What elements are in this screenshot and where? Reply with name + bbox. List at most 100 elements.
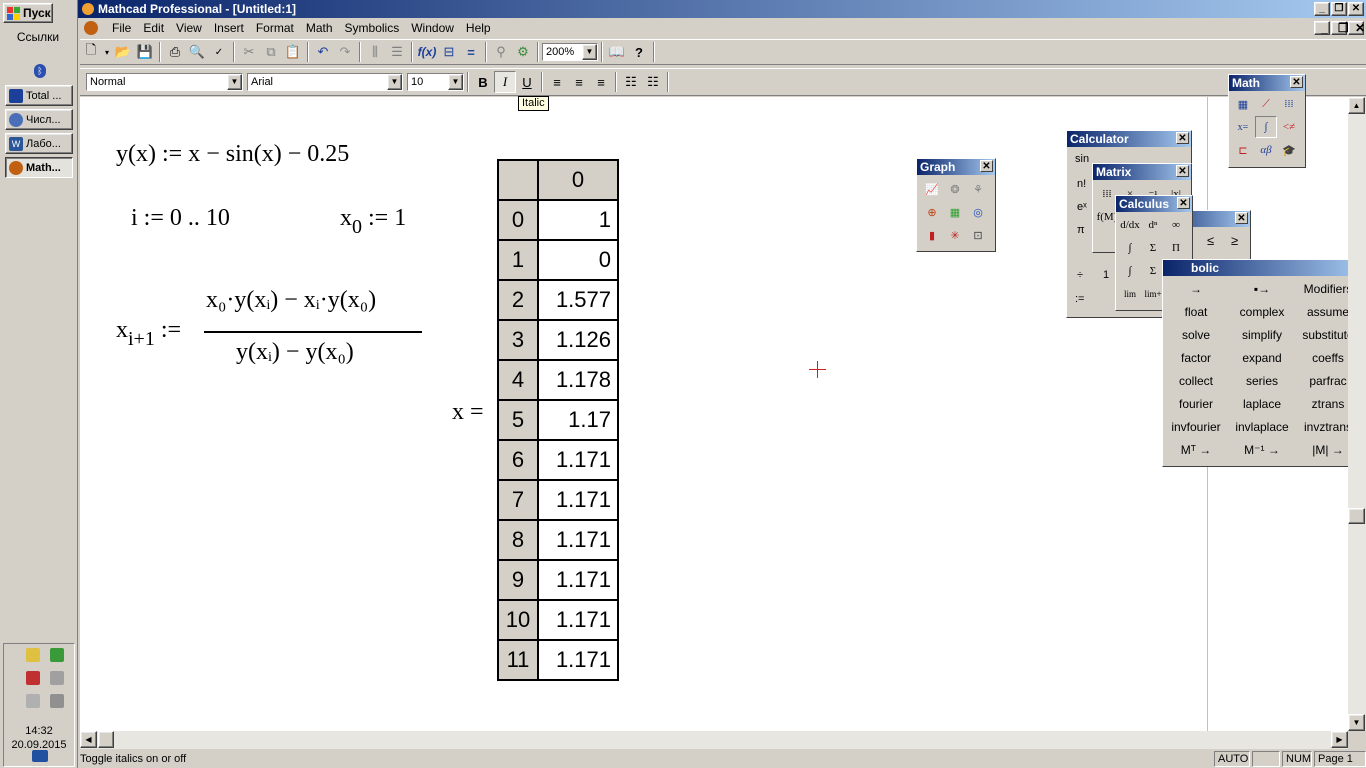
symbolic-keyword[interactable]: → <box>1163 278 1229 301</box>
row-value[interactable]: 0 <box>537 239 619 281</box>
palette-titlebar[interactable]: bolic✕ <box>1163 260 1365 276</box>
iteration-formula[interactable]: xi+1 := x₀·y(xᵢ) − xᵢ·y(x₀) y(xᵢ) − y(x₀… <box>116 283 476 383</box>
doc-close-button[interactable]: ✕ <box>1348 21 1365 35</box>
calc-key-sin[interactable]: sin <box>1075 153 1089 165</box>
doc-restore-button[interactable]: ❐ <box>1331 21 1349 35</box>
3d-bar-icon[interactable]: ⊕ <box>921 201 943 223</box>
calc-key-assign[interactable]: := <box>1075 293 1084 305</box>
start-button[interactable]: Пуск <box>3 3 53 23</box>
chevron-down-icon[interactable]: ▼ <box>227 74 242 90</box>
calculate-icon[interactable]: = <box>460 41 482 63</box>
resource-center-icon[interactable]: 📖 <box>606 41 628 63</box>
row-value[interactable]: 1.171 <box>537 519 619 561</box>
save-icon[interactable]: 💾 <box>134 41 156 63</box>
new-icon[interactable]: 🗋 <box>80 41 102 63</box>
symbolic-toolbar-icon[interactable]: 🎓 <box>1278 139 1300 161</box>
programming-toolbar-icon[interactable]: ⊏ <box>1232 139 1254 161</box>
calculator-toolbar-icon[interactable]: ▦ <box>1232 93 1254 115</box>
menu-edit[interactable]: Edit <box>137 21 170 35</box>
new-dropdown-icon[interactable]: ▾ <box>102 41 112 63</box>
document-icon[interactable] <box>84 21 98 35</box>
symbolic-keyword[interactable]: complex <box>1229 301 1295 324</box>
device-icon[interactable] <box>50 671 64 685</box>
symbolic-keyword[interactable]: float <box>1163 301 1229 324</box>
italic-button[interactable]: I <box>494 71 516 93</box>
chevron-down-icon[interactable]: ▼ <box>448 74 463 90</box>
volume-icon[interactable] <box>50 694 64 708</box>
row-value[interactable]: 1.126 <box>537 319 619 361</box>
bullets-icon[interactable]: ☷ <box>620 71 642 93</box>
calculus-toolbar-icon[interactable]: ∫ <box>1255 116 1277 138</box>
calc-key-exp[interactable]: eˣ <box>1077 201 1087 213</box>
zoom-select[interactable]: 200% ▼ <box>542 43 598 61</box>
align-center-icon[interactable]: ≡ <box>568 71 590 93</box>
scroll-left-button[interactable]: ◀ <box>80 731 97 748</box>
calc-key-1[interactable]: 1 <box>1103 269 1109 281</box>
boolean-toolbar-icon[interactable]: <≠ <box>1278 116 1300 138</box>
xy-plot-icon[interactable]: 📈 <box>921 178 943 200</box>
menu-format[interactable]: Format <box>250 21 300 35</box>
vertical-scroll-thumb[interactable] <box>1348 508 1365 524</box>
range-sum-icon[interactable]: Σ <box>1142 237 1164 259</box>
flag-icon[interactable] <box>26 671 40 685</box>
row-value[interactable]: 1 <box>537 199 619 241</box>
insert-hyperlink-icon[interactable]: ⚲ <box>490 41 512 63</box>
menu-view[interactable]: View <box>170 21 208 35</box>
symbolic-keyword[interactable]: Mᵀ → <box>1163 439 1229 462</box>
close-icon[interactable]: ✕ <box>1235 212 1248 224</box>
symbolic-keyword[interactable]: M⁻¹ → <box>1229 439 1295 462</box>
cut-icon[interactable]: ✂ <box>238 41 260 63</box>
zoom-plot-icon[interactable]: ⊡ <box>967 224 989 246</box>
horizontal-scrollbar[interactable]: ◀ ▶ <box>80 731 1348 749</box>
scroll-right-button[interactable]: ▶ <box>1331 731 1348 748</box>
align-left-icon[interactable]: ≡ <box>546 71 568 93</box>
vector-field-icon[interactable]: ✳ <box>944 224 966 246</box>
polar-plot-icon[interactable]: ❂ <box>944 178 966 200</box>
doc-minimize-button[interactable]: _ <box>1314 21 1330 35</box>
scatter-icon[interactable]: ◎ <box>967 201 989 223</box>
undo-icon[interactable]: ↶ <box>312 41 334 63</box>
row-value[interactable]: 1.577 <box>537 279 619 321</box>
menu-file[interactable]: File <box>106 21 137 35</box>
menu-math[interactable]: Math <box>300 21 339 35</box>
minimize-button[interactable]: _ <box>1314 2 1330 16</box>
symbolic-keyword[interactable]: simplify <box>1229 324 1295 347</box>
symbolic-keyword[interactable]: ▪→ <box>1229 278 1295 301</box>
contour-plot-icon[interactable]: ▦ <box>944 201 966 223</box>
links-label[interactable]: Ссылки <box>0 30 76 44</box>
bar-plot-icon[interactable]: ▮ <box>921 224 943 246</box>
close-icon[interactable]: ✕ <box>1177 197 1190 209</box>
menu-insert[interactable]: Insert <box>208 21 250 35</box>
greater-equal-button[interactable]: ≥ <box>1231 233 1238 248</box>
matrix-toolbar-icon[interactable]: ⁞⁞⁞ <box>1278 93 1300 115</box>
result-matrix[interactable]: 0 0 1 1 0 2 1.577 3 1.126 4 1.178 5 1.17 6 1.171 7 1.17… <box>497 159 619 681</box>
insert-function-icon[interactable]: f(x) <box>416 41 438 63</box>
copy-icon[interactable]: ⧉ <box>260 41 282 63</box>
chevron-down-icon[interactable]: ▼ <box>387 74 402 90</box>
close-button[interactable]: ✕ <box>1348 2 1364 16</box>
insert-unit-icon[interactable]: ⊟ <box>438 41 460 63</box>
close-icon[interactable]: ✕ <box>1176 132 1189 144</box>
symbolic-keyword[interactable]: fourier <box>1163 393 1229 416</box>
paste-icon[interactable]: 📋 <box>282 41 304 63</box>
infinity-icon[interactable]: ∞ <box>1165 214 1187 236</box>
horizontal-scroll-thumb[interactable] <box>98 731 114 748</box>
row-value[interactable]: 1.178 <box>537 359 619 401</box>
desktop-icon[interactable] <box>32 750 48 762</box>
align-across-icon[interactable]: ⫼ <box>364 41 386 63</box>
underline-button[interactable]: U <box>516 71 538 93</box>
row-value[interactable]: 1.171 <box>537 559 619 601</box>
shield-icon[interactable] <box>26 648 40 662</box>
range-product-icon[interactable]: Π <box>1165 237 1187 259</box>
symbolic-keyword[interactable]: laplace <box>1229 393 1295 416</box>
close-icon[interactable]: ✕ <box>1290 76 1303 88</box>
row-value[interactable]: 1.171 <box>537 439 619 481</box>
range-definition[interactable]: i := 0 .. 10 <box>131 205 230 232</box>
surface-plot-icon[interactable]: ⚘ <box>967 178 989 200</box>
palette-titlebar[interactable]: Calculus ✕ <box>1116 196 1192 212</box>
greek-toolbar-icon[interactable]: αβ <box>1255 139 1277 161</box>
evaluation-toolbar-icon[interactable]: x= <box>1232 116 1254 138</box>
symbolic-keyword[interactable]: factor <box>1163 347 1229 370</box>
bold-button[interactable]: B <box>472 71 494 93</box>
row-value[interactable]: 1.171 <box>537 639 619 681</box>
